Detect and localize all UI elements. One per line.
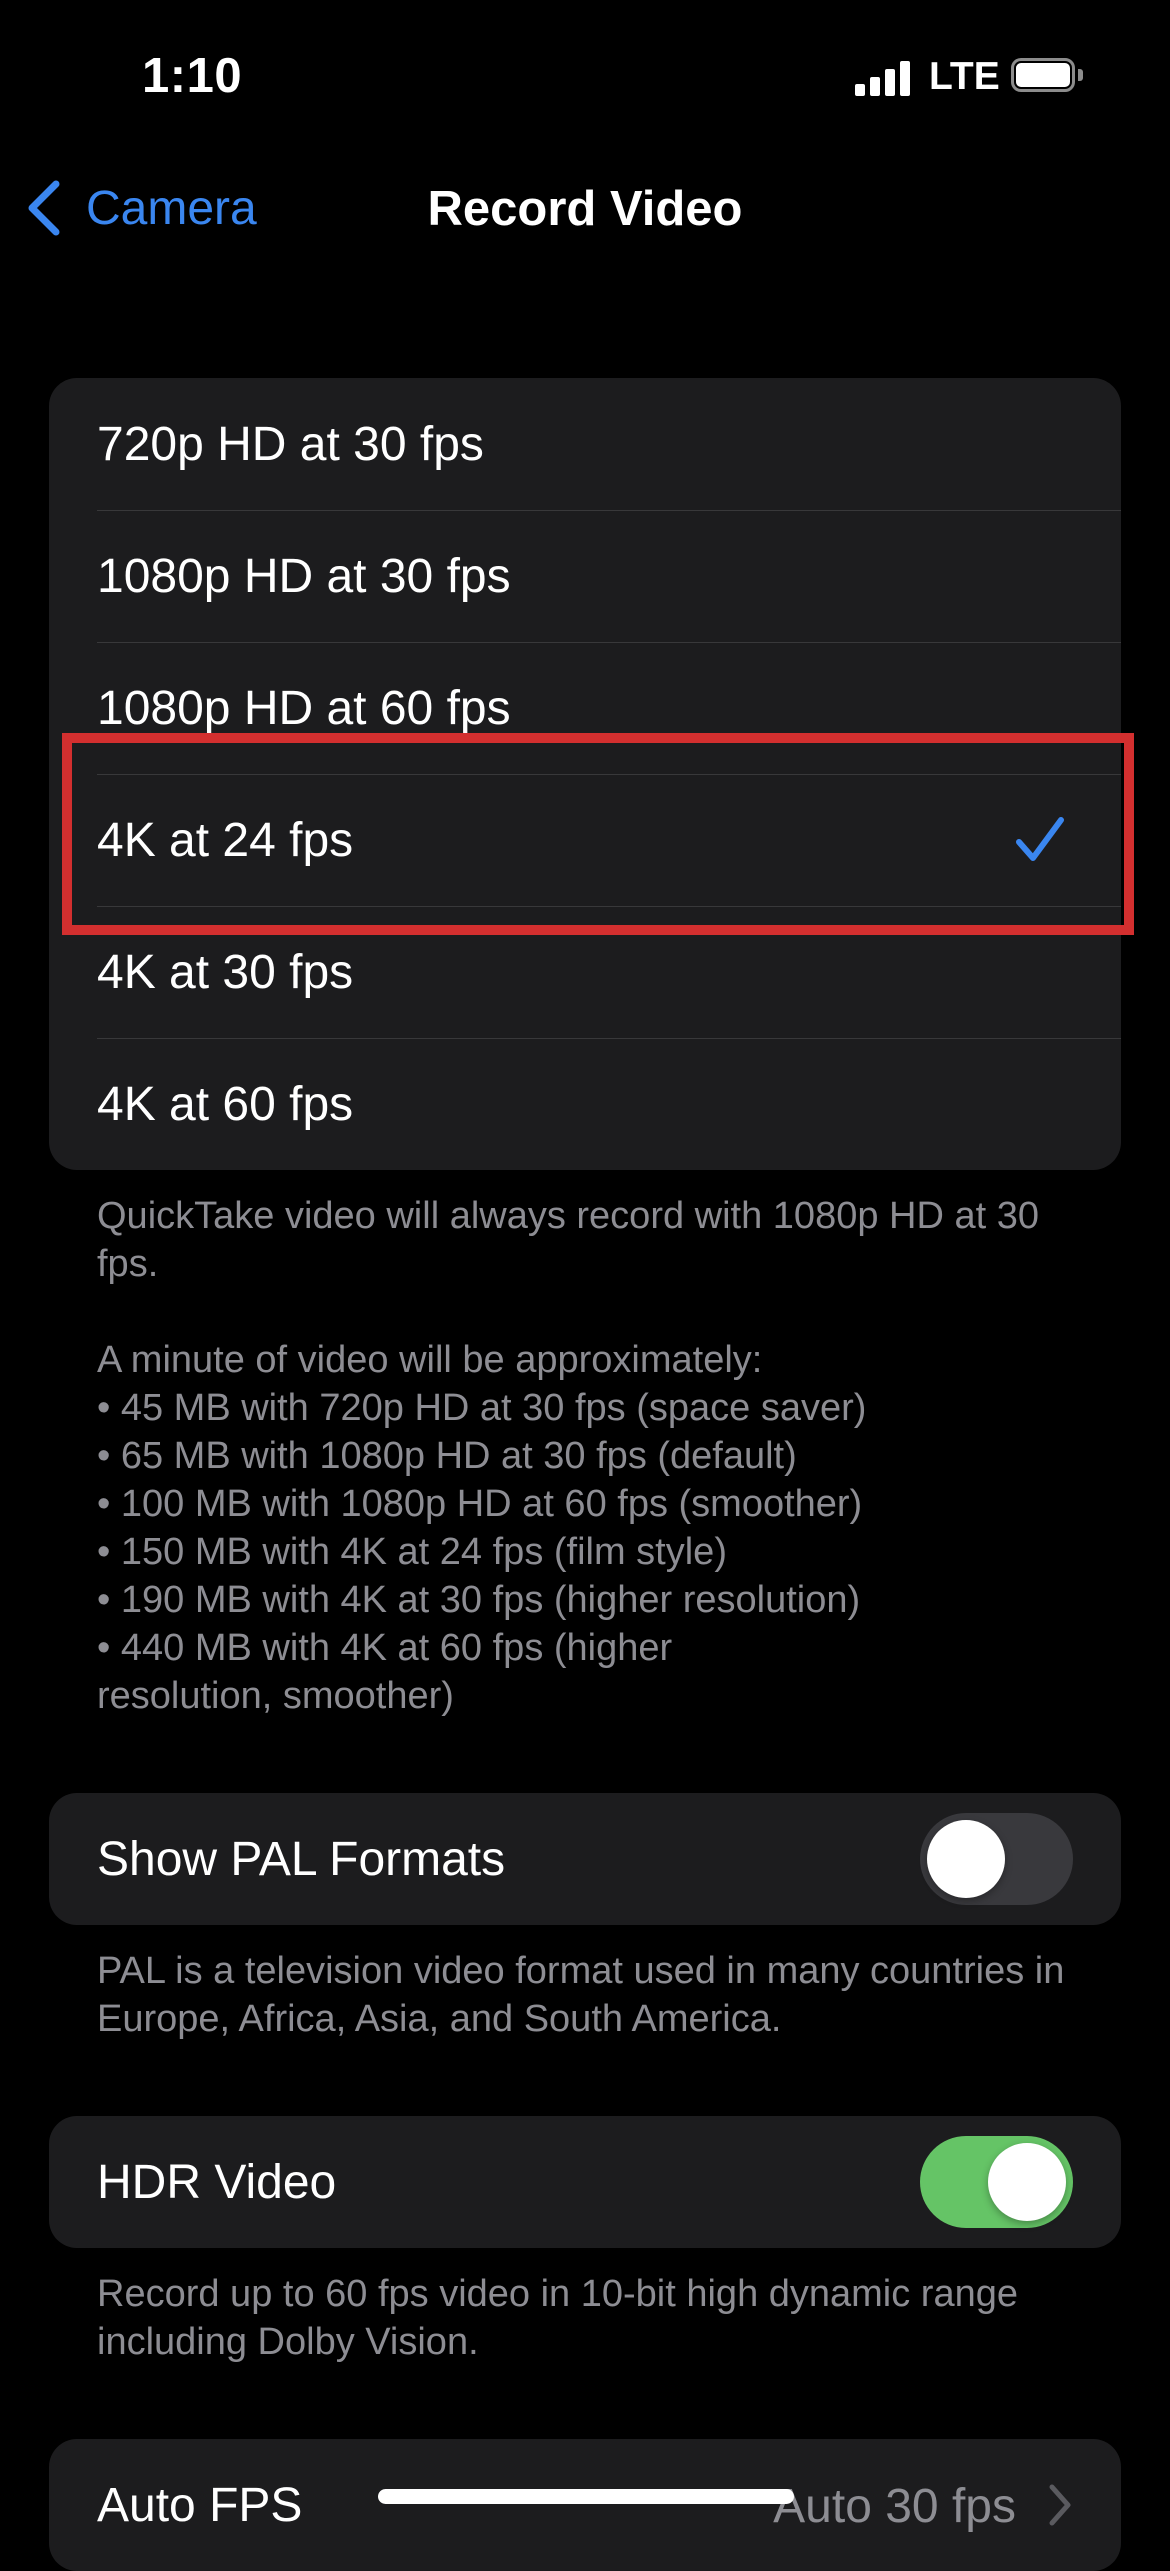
cellular-signal-icon bbox=[855, 60, 913, 96]
format-option-4k-30[interactable]: 4K at 30 fps bbox=[49, 906, 1121, 1038]
size-item: • 65 MB with 1080p HD at 30 fps (default… bbox=[97, 1435, 797, 1477]
checkmark-icon bbox=[1016, 817, 1064, 861]
toggle-knob bbox=[927, 1820, 1005, 1898]
auto-fps-row[interactable]: Auto FPS Auto 30 fps bbox=[49, 2439, 1121, 2571]
size-intro: A minute of video will be approximately: bbox=[97, 1339, 763, 1381]
video-format-list: 720p HD at 30 fps 1080p HD at 30 fps 108… bbox=[49, 378, 1121, 1170]
pal-formats-group: Show PAL Formats bbox=[49, 1793, 1121, 1925]
format-footnote: QuickTake video will always record with … bbox=[97, 1192, 1087, 1720]
pal-footnote: PAL is a television video format used in… bbox=[97, 1950, 1065, 2040]
auto-fps-value: Auto 30 fps bbox=[773, 2480, 1016, 2533]
hdr-video-group: HDR Video bbox=[49, 2116, 1121, 2248]
format-option-label: 720p HD at 30 fps bbox=[97, 417, 484, 471]
format-option-label: 4K at 24 fps bbox=[97, 813, 354, 867]
pal-formats-toggle[interactable] bbox=[920, 1813, 1073, 1905]
auto-fps-label: Auto FPS bbox=[97, 2478, 303, 2532]
format-option-1080p-30[interactable]: 1080p HD at 30 fps bbox=[49, 510, 1121, 642]
hdr-video-toggle[interactable] bbox=[920, 2136, 1073, 2228]
size-item: • 440 MB with 4K at 60 fps (higher resol… bbox=[97, 1627, 673, 1717]
hdr-footnote: Record up to 60 fps video in 10-bit high… bbox=[97, 2273, 1018, 2363]
page-title: Record Video bbox=[427, 182, 743, 236]
format-option-label: 1080p HD at 30 fps bbox=[97, 549, 511, 603]
format-option-label: 4K at 60 fps bbox=[97, 1077, 354, 1131]
format-option-label: 4K at 30 fps bbox=[97, 945, 354, 999]
size-item: • 150 MB with 4K at 24 fps (film style) bbox=[97, 1531, 727, 1573]
format-option-4k-60[interactable]: 4K at 60 fps bbox=[49, 1038, 1121, 1170]
battery-full-icon bbox=[1011, 58, 1083, 96]
format-option-1080p-60[interactable]: 1080p HD at 60 fps bbox=[49, 642, 1121, 774]
format-option-label: 1080p HD at 60 fps bbox=[97, 681, 511, 735]
chevron-right-icon bbox=[1049, 2484, 1071, 2526]
home-indicator[interactable] bbox=[378, 2489, 794, 2504]
format-option-4k-24[interactable]: 4K at 24 fps bbox=[49, 774, 1121, 906]
hdr-video-row: HDR Video bbox=[49, 2116, 1121, 2248]
size-item: • 190 MB with 4K at 30 fps (higher resol… bbox=[97, 1579, 861, 1621]
navigation-bar: Camera Record Video bbox=[0, 160, 1170, 255]
hdr-video-label: HDR Video bbox=[97, 2155, 337, 2209]
status-time: 1:10 bbox=[142, 49, 243, 103]
auto-fps-group: Auto FPS Auto 30 fps bbox=[49, 2439, 1121, 2571]
size-item: • 100 MB with 1080p HD at 60 fps (smooth… bbox=[97, 1483, 863, 1525]
quicktake-note: QuickTake video will always record with … bbox=[97, 1195, 1039, 1285]
size-item: • 45 MB with 720p HD at 30 fps (space sa… bbox=[97, 1387, 867, 1429]
network-type-label: LTE bbox=[929, 55, 1000, 98]
pal-formats-label: Show PAL Formats bbox=[97, 1832, 506, 1886]
status-bar: 1:10 LTE bbox=[0, 0, 1170, 150]
format-option-720p-30[interactable]: 720p HD at 30 fps bbox=[49, 378, 1121, 510]
toggle-knob bbox=[988, 2143, 1066, 2221]
pal-formats-row: Show PAL Formats bbox=[49, 1793, 1121, 1925]
